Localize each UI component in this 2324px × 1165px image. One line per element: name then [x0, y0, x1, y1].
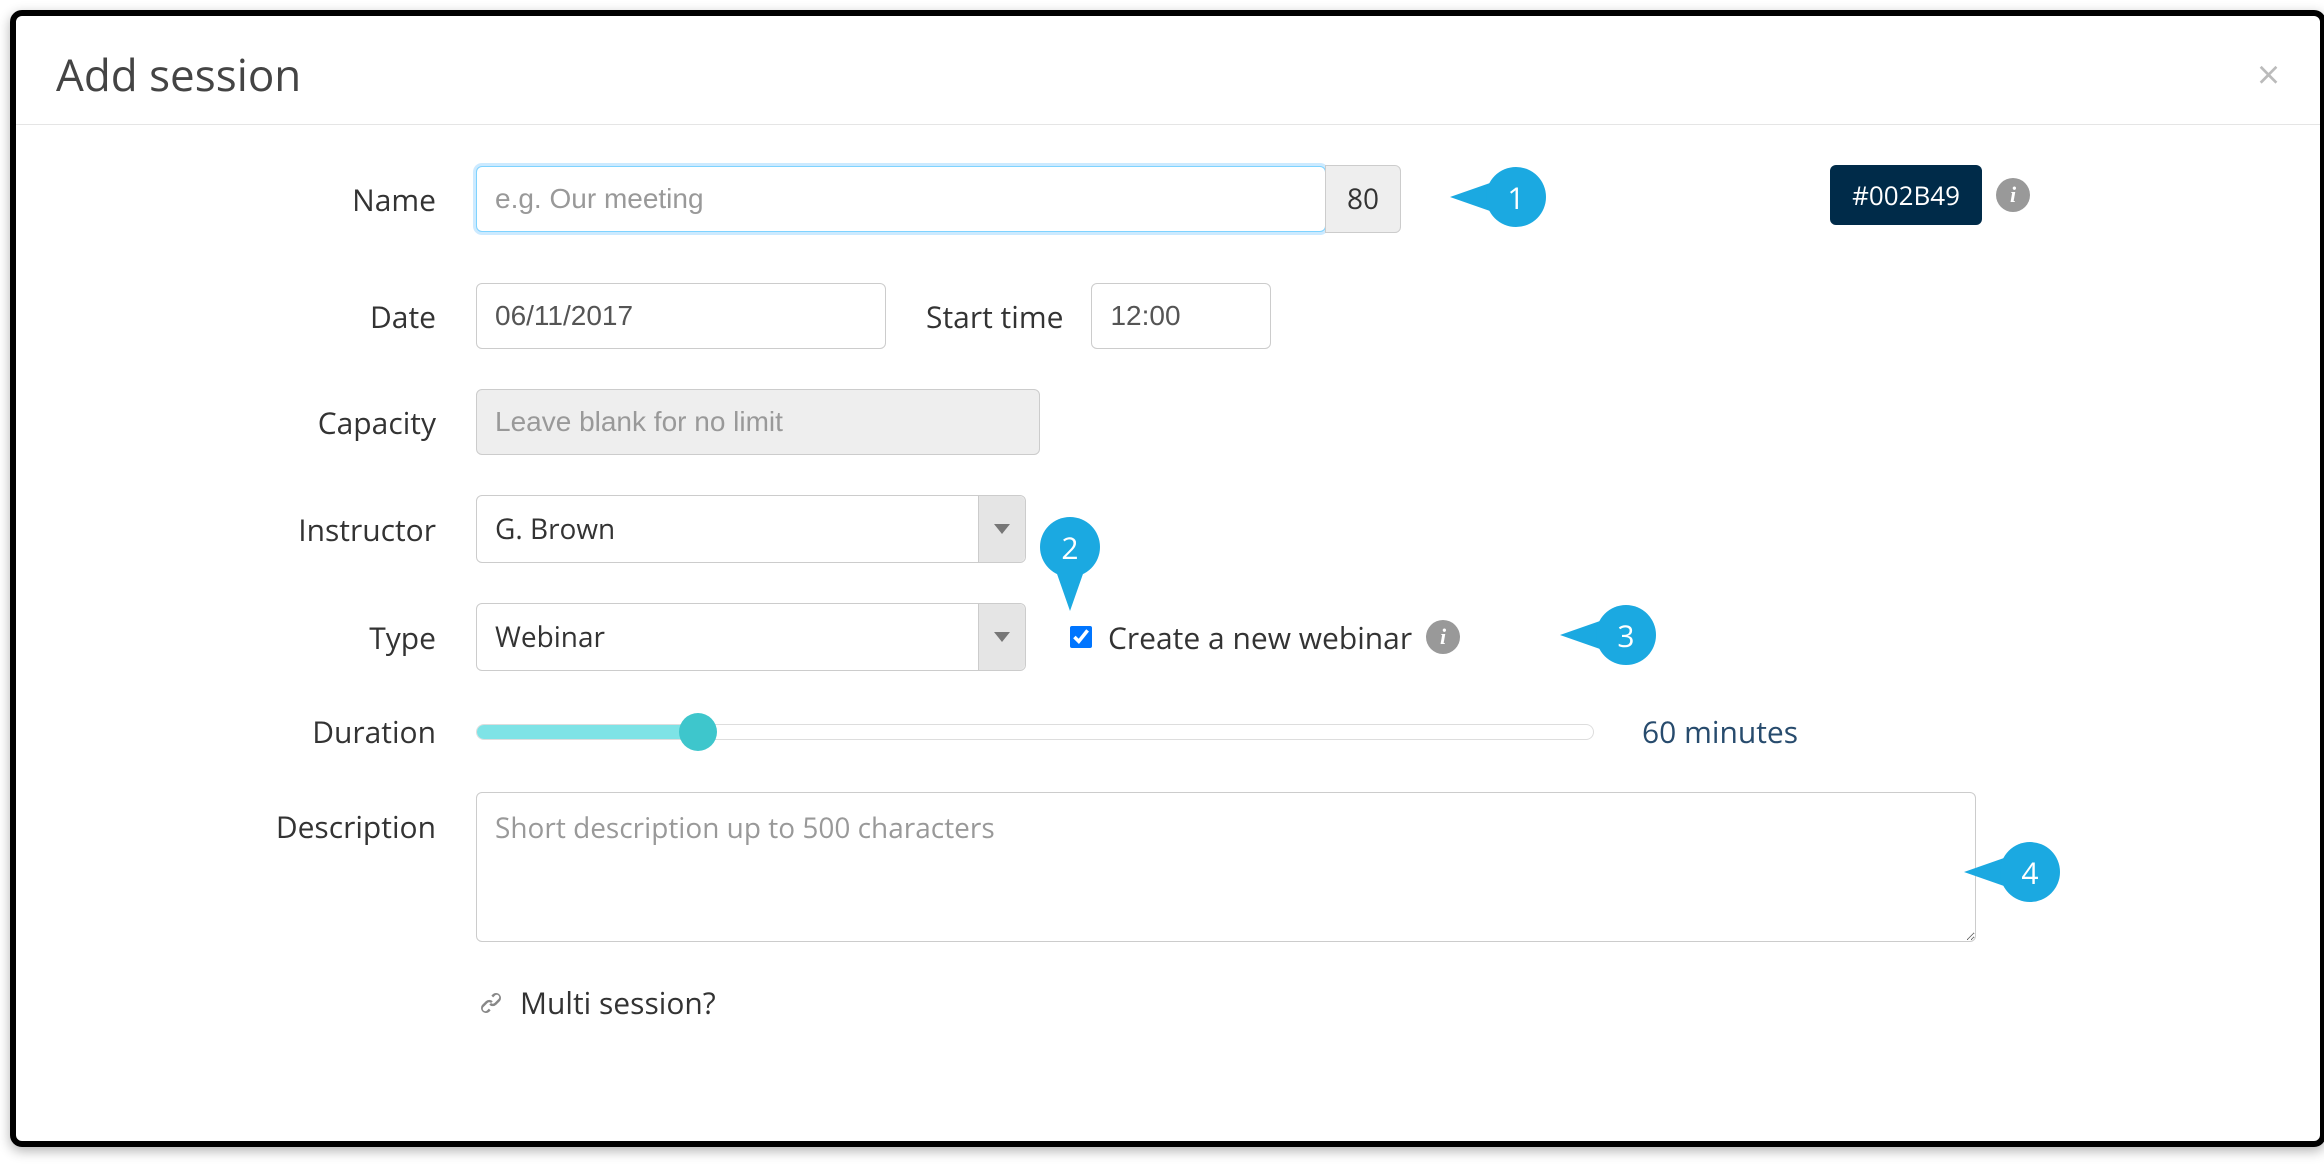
slider-fill — [477, 725, 691, 739]
type-label: Type — [56, 617, 476, 658]
date-label: Date — [56, 296, 476, 337]
callout-pointer — [1056, 571, 1084, 611]
duration-slider[interactable] — [476, 724, 1594, 740]
description-textarea[interactable] — [476, 792, 1976, 942]
name-input[interactable] — [476, 166, 1326, 232]
description-label: Description — [56, 792, 476, 847]
add-session-dialog: Add session × Name 80 1 #002B49 — [10, 10, 2324, 1147]
callout-2: 2 — [1040, 517, 1100, 577]
duration-label: Duration — [56, 711, 476, 752]
close-icon[interactable]: × — [2257, 54, 2280, 94]
callout-3: 3 — [1596, 605, 1656, 665]
callout-1: 1 — [1486, 167, 1546, 227]
dialog-header: Add session × — [16, 16, 2320, 125]
chevron-down-icon — [978, 496, 1025, 562]
info-icon[interactable]: i — [1996, 178, 2030, 212]
name-char-counter: 80 — [1325, 165, 1401, 233]
date-input[interactable] — [476, 283, 886, 349]
instructor-select[interactable]: G. Brown — [476, 495, 1026, 563]
link-icon — [476, 988, 506, 1018]
create-webinar-label: Create a new webinar — [1108, 617, 1412, 658]
instructor-value: G. Brown — [495, 510, 615, 548]
duration-value: 60 minutes — [1642, 711, 1798, 752]
instructor-label: Instructor — [56, 509, 476, 550]
capacity-input[interactable] — [476, 389, 1040, 455]
multi-session-link[interactable]: Multi session? — [476, 982, 2280, 1023]
callout-pointer — [1964, 858, 2004, 886]
capacity-label: Capacity — [56, 402, 476, 443]
color-hex-badge[interactable]: #002B49 — [1830, 165, 1982, 225]
type-value: Webinar — [495, 618, 605, 656]
start-time-input[interactable] — [1091, 283, 1271, 349]
chevron-down-icon — [978, 604, 1025, 670]
callout-4: 4 — [2000, 842, 2060, 902]
dialog-body: Name 80 1 #002B49 i — [16, 125, 2320, 1023]
type-select[interactable]: Webinar — [476, 603, 1026, 671]
dialog-title: Add session — [56, 44, 301, 104]
multi-session-label: Multi session? — [520, 982, 716, 1023]
callout-pointer — [1560, 621, 1600, 649]
create-webinar-checkbox[interactable] — [1070, 626, 1092, 648]
start-time-label: Start time — [926, 296, 1063, 337]
name-label: Name — [56, 179, 476, 220]
slider-thumb[interactable] — [679, 713, 717, 751]
callout-pointer — [1450, 183, 1490, 211]
info-icon[interactable]: i — [1426, 620, 1460, 654]
